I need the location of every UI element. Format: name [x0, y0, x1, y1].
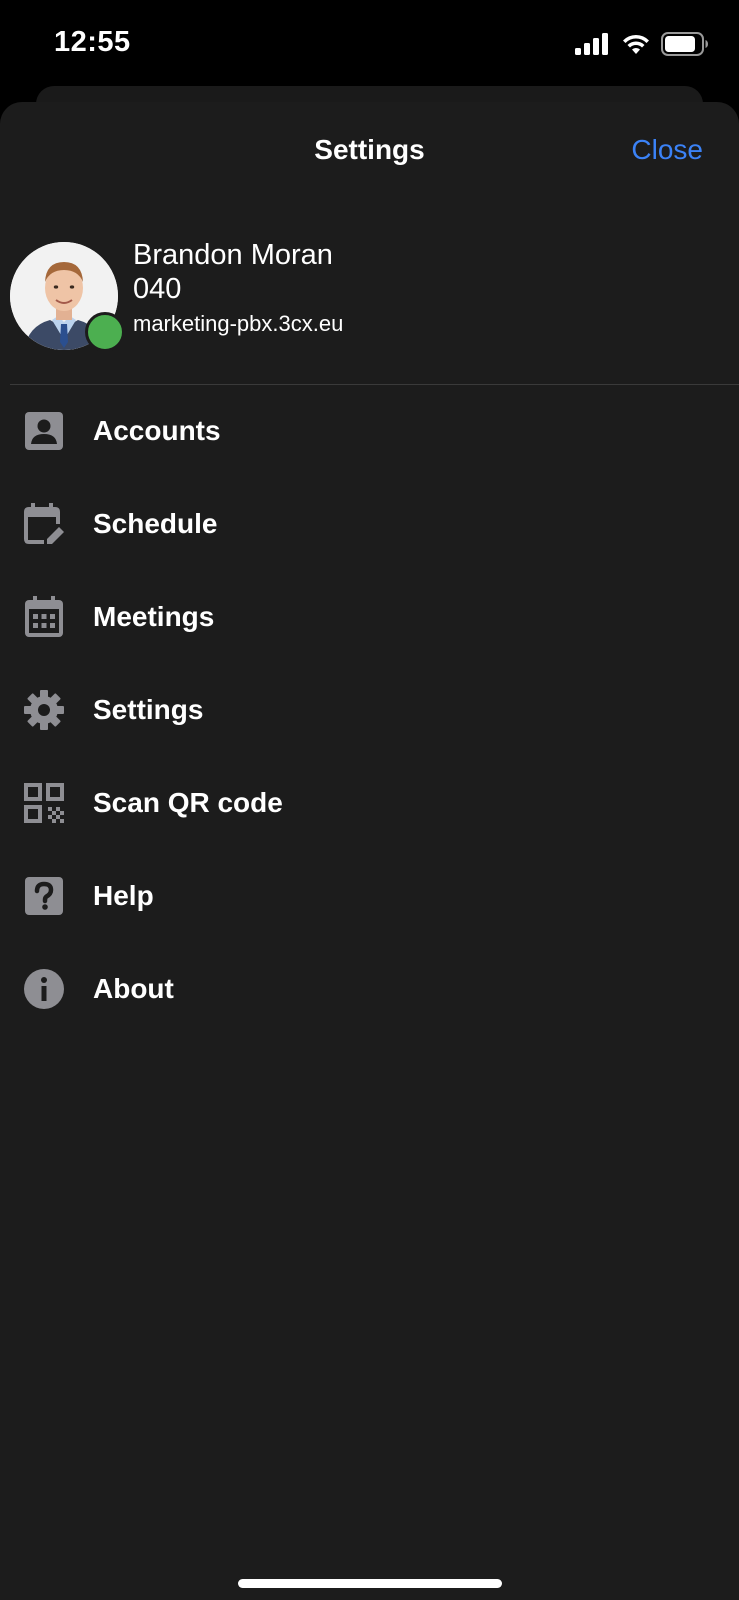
close-button[interactable]: Close	[631, 134, 703, 166]
menu-item-meetings[interactable]: Meetings	[0, 570, 739, 663]
menu-item-schedule[interactable]: Schedule	[0, 477, 739, 570]
menu-item-label: Meetings	[93, 600, 215, 632]
menu-item-label: Help	[93, 879, 154, 911]
settings-sheet: Settings Close Brandon Moran 040 marketi…	[0, 102, 739, 1600]
signal-icon	[575, 33, 608, 55]
help-icon	[22, 874, 66, 918]
menu-item-label: About	[93, 972, 174, 1004]
menu-item-help[interactable]: Help	[0, 849, 739, 942]
menu-item-about[interactable]: About	[0, 942, 739, 1035]
info-icon	[22, 967, 66, 1011]
profile-domain: marketing-pbx.3cx.eu	[133, 311, 344, 336]
screen: 12:55 Settings Close Brandon Moran 040 m…	[0, 0, 739, 1600]
page-title: Settings	[314, 134, 425, 165]
wifi-icon	[623, 34, 649, 54]
menu-item-label: Settings	[93, 693, 204, 725]
status-bar: 12:55	[0, 0, 739, 90]
profile-extension: 040	[133, 273, 182, 305]
menu-item-accounts[interactable]: Accounts	[0, 384, 739, 477]
sheet-header: Settings Close	[0, 102, 739, 202]
gear-icon	[22, 688, 66, 732]
presence-status-dot	[85, 312, 125, 352]
profile-name: Brandon Moran	[133, 239, 333, 271]
qr-code-icon	[22, 781, 66, 825]
menu-item-scan-qr[interactable]: Scan QR code	[0, 756, 739, 849]
menu-item-label: Scan QR code	[93, 786, 283, 818]
account-box-icon	[22, 409, 66, 453]
profile-card[interactable]: Brandon Moran 040 marketing-pbx.3cx.eu	[10, 239, 729, 359]
menu-item-settings[interactable]: Settings	[0, 663, 739, 756]
status-icons	[575, 32, 709, 56]
status-time: 12:55	[54, 26, 131, 58]
calendar-edit-icon	[22, 502, 66, 546]
home-indicator[interactable]	[238, 1579, 502, 1588]
settings-menu: Accounts Schedule Meetings Settings Scan…	[0, 384, 739, 1035]
calendar-grid-icon	[22, 595, 66, 639]
battery-icon	[661, 32, 708, 56]
menu-item-label: Accounts	[93, 414, 221, 446]
menu-item-label: Schedule	[93, 507, 218, 539]
